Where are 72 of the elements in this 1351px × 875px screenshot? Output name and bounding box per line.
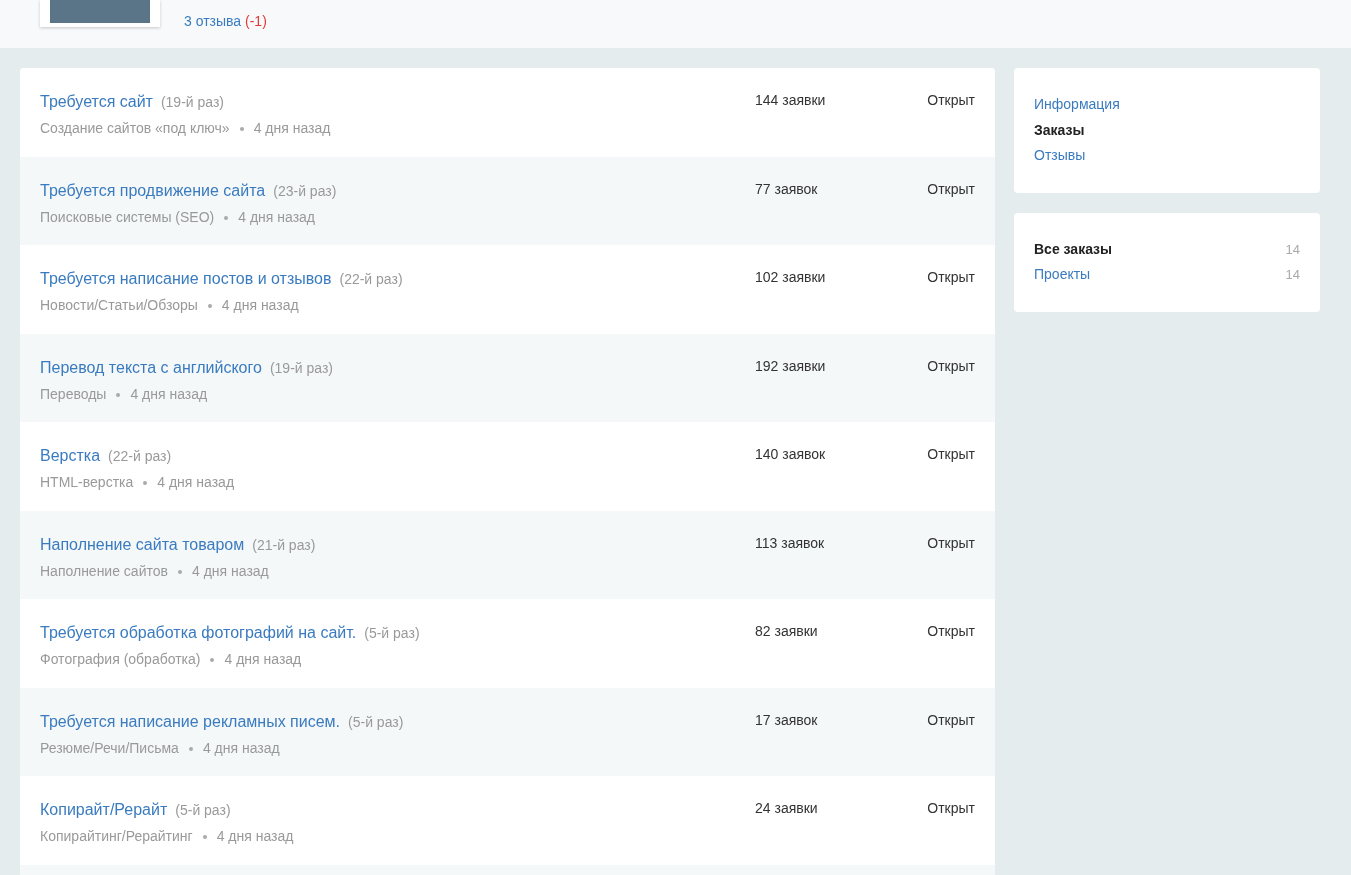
- order-category: Фотография (обработка): [40, 651, 201, 667]
- order-category: HTML-верстка: [40, 474, 134, 490]
- filter-count: 14: [1285, 240, 1300, 259]
- order-age: 4 дня назад: [130, 385, 208, 402]
- separator-dot: [116, 392, 121, 397]
- order-age: 4 дня назад: [221, 297, 299, 313]
- order-status: Открыт: [926, 445, 975, 464]
- order-title-link[interactable]: Требуется обработка фотографий на сайт.: [40, 624, 357, 641]
- bids-count: 140 заявок: [755, 445, 827, 464]
- order-category: Наполнение сайтов: [40, 562, 168, 579]
- profile-nav-item[interactable]: Заказы: [1034, 121, 1085, 138]
- order-category: Копирайтинг/Рерайтинг: [40, 828, 193, 844]
- separator-dot: [143, 481, 148, 486]
- order-title-link[interactable]: Перевод текста с английского: [40, 358, 262, 376]
- order-filter-link[interactable]: Проекты: [1034, 262, 1091, 288]
- order-status: Открыт: [926, 356, 975, 376]
- separator-dot: [202, 835, 207, 840]
- reviews-link[interactable]: 3 отзыва: [184, 13, 242, 29]
- order-status: Открыт: [926, 710, 975, 730]
- order-age: 4 дня назад: [157, 474, 235, 490]
- repeat-count: (5-й раз): [175, 802, 231, 818]
- bids-count: 82 заявки: [755, 622, 819, 641]
- profile-nav-item[interactable]: Информация: [1034, 96, 1120, 112]
- order-title-link[interactable]: Требуется написание постов и отзывов: [40, 270, 332, 287]
- bids-count: 17 заявок: [755, 710, 819, 730]
- order-age: 4 дня назад: [238, 208, 316, 225]
- order-status: Открыт: [926, 622, 975, 641]
- separator-dot: [239, 127, 244, 132]
- bids-count: 144 заявки: [755, 91, 827, 110]
- order-title-link[interactable]: Копирайт/Рерайт: [40, 801, 168, 818]
- order-status: Открыт: [926, 268, 975, 287]
- order-age: 4 дня назад: [224, 651, 302, 667]
- repeat-count: (5-й раз): [364, 625, 420, 641]
- reviews-delta: (-1): [245, 13, 267, 29]
- repeat-count: (22-й раз): [108, 448, 172, 464]
- order-status: Открыт: [926, 179, 975, 199]
- separator-dot: [210, 658, 215, 663]
- bids-count: 102 заявки: [755, 268, 827, 287]
- repeat-count: (5-й раз): [348, 713, 404, 730]
- order-status: Открыт: [926, 91, 975, 110]
- order-title-link[interactable]: Требуется написание рекламных писем.: [40, 712, 341, 730]
- order-title-link[interactable]: Требуется продвижение сайта: [40, 181, 266, 199]
- bids-count: 192 заявки: [755, 356, 827, 376]
- order-category: Резюме/Речи/Письма: [40, 739, 179, 756]
- order-age: 4 дня назад: [253, 120, 331, 136]
- separator-dot: [188, 746, 193, 751]
- repeat-count: (21-й раз): [252, 536, 316, 553]
- order-filter-link[interactable]: Все заказы: [1034, 236, 1112, 262]
- separator-dot: [177, 569, 182, 574]
- profile-nav-item[interactable]: Отзывы: [1034, 147, 1086, 163]
- order-category: Создание сайтов «под ключ»: [40, 120, 230, 136]
- bids-count: 113 заявок: [755, 533, 826, 553]
- bids-count: 77 заявок: [755, 179, 819, 199]
- repeat-count: (23-й раз): [273, 182, 337, 199]
- filter-count: 14: [1285, 266, 1300, 284]
- order-status: Открыт: [926, 799, 975, 818]
- order-title-link[interactable]: Верстка: [40, 447, 101, 464]
- order-age: 4 дня назад: [191, 562, 269, 579]
- order-age: 4 дня назад: [216, 828, 294, 844]
- order-age: 4 дня назад: [202, 739, 280, 756]
- order-category: Переводы: [40, 385, 107, 402]
- repeat-count: (19-й раз): [160, 94, 225, 110]
- order-category: Новости/Статьи/Обзоры: [40, 297, 198, 313]
- separator-dot: [207, 304, 212, 309]
- order-title-link[interactable]: Наполнение сайта товаром: [40, 535, 245, 553]
- order-category: Поисковые системы (SEO): [40, 208, 215, 225]
- bids-count: 24 заявки: [755, 799, 819, 818]
- order-title-link[interactable]: Требуется сайт: [40, 93, 153, 110]
- separator-dot: [224, 215, 229, 220]
- repeat-count: (22-й раз): [339, 271, 403, 287]
- repeat-count: (19-й раз): [269, 359, 333, 376]
- order-status: Открыт: [926, 533, 975, 553]
